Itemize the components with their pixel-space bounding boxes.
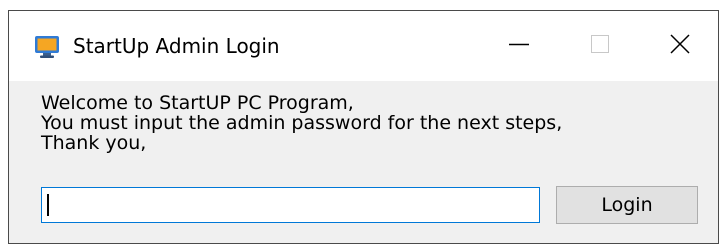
window-title: StartUp Admin Login [73,34,280,58]
welcome-message: Welcome to StartUP PC Program, You must … [41,93,562,153]
close-button[interactable] [640,11,720,81]
login-dialog-window: StartUp Admin Login Welcome to StartUP P… [8,10,719,244]
minimize-button[interactable] [479,11,559,81]
minimize-icon [509,34,529,58]
text-caret [47,194,49,216]
admin-password-input[interactable] [41,187,540,223]
title-bar[interactable]: StartUp Admin Login [9,11,718,81]
monitor-app-icon [34,35,60,59]
close-icon [670,34,690,58]
maximize-button[interactable] [560,11,640,81]
message-line-2: You must input the admin password for th… [41,112,563,134]
maximize-icon [591,35,609,57]
message-line-3: Thank you, [41,132,147,154]
login-button[interactable]: Login [556,186,698,224]
message-line-1: Welcome to StartUP PC Program, [41,92,354,114]
